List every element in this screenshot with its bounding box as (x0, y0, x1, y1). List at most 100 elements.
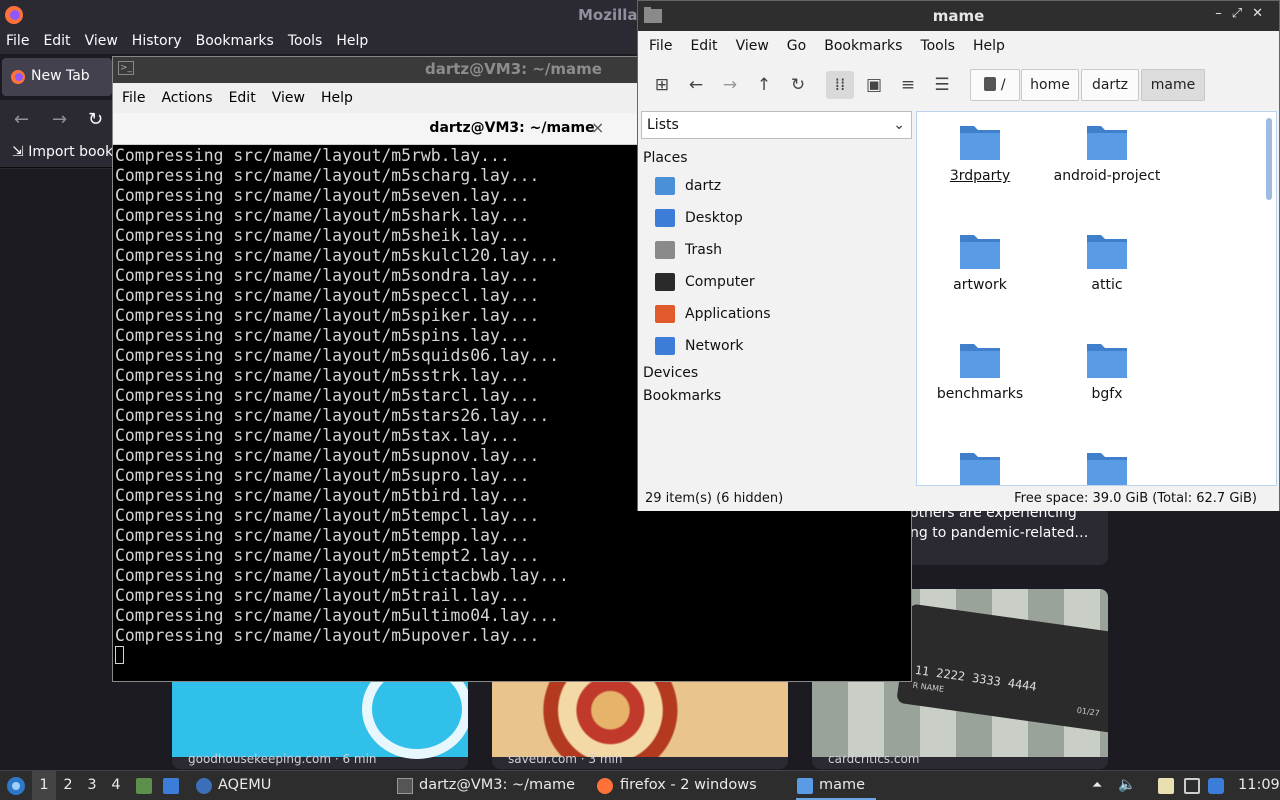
status-free-space: Free space: 39.0 GiB (Total: 62.7 GiB) (1014, 491, 1257, 506)
applications-icon (655, 305, 675, 323)
status-item-count: 29 item(s) (6 hidden) (645, 491, 784, 506)
volume-icon[interactable]: 🔈 (1118, 771, 1136, 800)
icon-view-icon[interactable]: ⁞⁞ (826, 71, 854, 99)
new-tab-icon[interactable]: ⊞ (648, 71, 676, 99)
terminal-menu-help[interactable]: Help (313, 83, 361, 113)
compact-view-icon[interactable]: ≡ (894, 71, 922, 99)
forward-icon[interactable]: → (716, 71, 744, 99)
show-desktop-icon[interactable] (163, 778, 179, 794)
tab-label: New Tab (31, 68, 90, 84)
firefox-menubar: File Edit View History Bookmarks Tools H… (0, 30, 640, 52)
fm-menu-bookmarks[interactable]: Bookmarks (815, 31, 911, 61)
folder-item[interactable]: bgfx (1047, 332, 1167, 422)
taskbar-item-firefox[interactable]: firefox - 2 windows (620, 771, 757, 800)
place-network[interactable]: Network (655, 334, 905, 358)
taskbar-item-aqemu[interactable]: AQEMU (218, 771, 271, 800)
place-computer[interactable]: Computer (655, 270, 905, 294)
file-manager-toolbar: ⊞ ← → ↑ ↻ ⁞⁞ ▣ ≡ ☰ / home dartz mame (638, 61, 1279, 109)
path-home-button[interactable]: home (1021, 69, 1079, 101)
tray-up-arrow-icon[interactable]: ⏶ (1092, 771, 1102, 800)
terminal-window-title: dartz@VM3: ~/mame (425, 60, 602, 78)
firefox-logo-icon (5, 6, 23, 24)
path-dartz-button[interactable]: dartz (1081, 69, 1139, 101)
file-manager-launcher-icon[interactable] (136, 778, 152, 794)
file-manager-titlebar[interactable]: mame –⤢✕ (638, 1, 1279, 31)
fm-menu-tools[interactable]: Tools (911, 31, 964, 61)
import-bookmarks-link[interactable]: ⇲ Import book (12, 144, 113, 160)
bookmarks-heading[interactable]: Bookmarks (643, 388, 721, 404)
folder-icon (960, 235, 1000, 269)
firefox-menu-edit[interactable]: Edit (36, 30, 77, 52)
detailed-list-icon[interactable]: ☰ (928, 71, 956, 99)
desktop-1[interactable]: 1 (32, 771, 56, 800)
taskbar-item-mame[interactable]: mame (819, 771, 865, 800)
status-bar: 29 item(s) (6 hidden) Free space: 39.0 G… (638, 486, 1279, 511)
folder-icon (1087, 453, 1127, 485)
place-dartz[interactable]: dartz (655, 174, 905, 198)
places-heading[interactable]: Places (643, 150, 688, 166)
terminal-cursor (115, 646, 124, 664)
folder-item[interactable]: 3rdparty (920, 114, 1040, 204)
window-controls[interactable]: –⤢✕ (1215, 6, 1273, 21)
taskbar-item-terminal[interactable]: dartz@VM3: ~/mame (419, 771, 575, 800)
folder-item[interactable] (1047, 441, 1167, 485)
fm-menu-file[interactable]: File (638, 31, 681, 61)
clipboard-icon[interactable] (1158, 778, 1174, 794)
notification-icon[interactable] (1208, 778, 1224, 794)
terminal-menu-view[interactable]: View (264, 83, 313, 113)
clock[interactable]: 11:09 (1238, 771, 1280, 800)
desktop-2[interactable]: 2 (56, 771, 80, 800)
firefox-menu-tools[interactable]: Tools (281, 30, 330, 52)
desktop-4[interactable]: 4 (104, 771, 128, 800)
terminal-icon (397, 778, 413, 794)
reload-icon[interactable]: ↻ (88, 109, 103, 130)
fm-menu-go[interactable]: Go (778, 31, 815, 61)
side-pane-mode-select[interactable]: Lists ⌄ (641, 111, 912, 139)
network-icon (655, 337, 675, 355)
place-trash[interactable]: Trash (655, 238, 905, 262)
devices-heading[interactable]: Devices (643, 365, 698, 381)
place-desktop[interactable]: Desktop (655, 206, 905, 230)
folder-item[interactable] (920, 441, 1040, 485)
firefox-menu-file[interactable]: File (0, 30, 36, 52)
folder-name: android-project (1053, 168, 1161, 184)
firefox-icon (597, 778, 613, 794)
fm-menu-view[interactable]: View (727, 31, 778, 61)
terminal-line: Compressing src/mame/layout/m5trail.lay.… (115, 586, 530, 605)
back-icon[interactable]: ← (682, 71, 710, 99)
desktop-icon (655, 209, 675, 227)
terminal-menu-edit[interactable]: Edit (221, 83, 264, 113)
start-menu-icon[interactable] (6, 776, 26, 796)
path-root-button[interactable]: / (970, 69, 1020, 101)
place-label: Desktop (685, 210, 743, 226)
terminal-menu-actions[interactable]: Actions (153, 83, 220, 113)
place-label: Trash (685, 242, 722, 258)
display-icon[interactable] (1184, 778, 1200, 794)
fm-menu-help[interactable]: Help (964, 31, 1014, 61)
firefox-menu-history[interactable]: History (125, 30, 189, 52)
place-applications[interactable]: Applications (655, 302, 905, 326)
scrollbar[interactable] (1266, 118, 1272, 200)
up-icon[interactable]: ↑ (750, 71, 778, 99)
folder-item[interactable]: android-project (1047, 114, 1167, 204)
folder-item[interactable]: attic (1047, 223, 1167, 313)
terminal-menu-file[interactable]: File (113, 83, 153, 113)
path-mame-button[interactable]: mame (1141, 69, 1205, 101)
firefox-menu-bookmarks[interactable]: Bookmarks (189, 30, 281, 52)
reload-icon[interactable]: ↻ (784, 71, 812, 99)
folder-name: benchmarks (936, 386, 1024, 402)
folder-item[interactable]: artwork (920, 223, 1040, 313)
fm-menu-edit[interactable]: Edit (681, 31, 726, 61)
tab-new-tab[interactable]: New Tab (2, 58, 112, 96)
firefox-menu-view[interactable]: View (78, 30, 125, 52)
firefox-menu-help[interactable]: Help (329, 30, 375, 52)
back-icon[interactable]: ← (14, 109, 29, 130)
side-pane: Lists ⌄ Places dartz Desktop Trash Computer… (639, 109, 915, 485)
terminal-line: Compressing src/mame/layout/m5ultimo04.l… (115, 606, 560, 625)
thumbnail-view-icon[interactable]: ▣ (860, 71, 888, 99)
folder-item[interactable]: benchmarks (920, 332, 1040, 422)
close-tab-icon[interactable]: × (591, 118, 604, 137)
desktop-3[interactable]: 3 (80, 771, 104, 800)
forward-icon[interactable]: → (52, 109, 67, 130)
path-root-label: / (1000, 77, 1006, 93)
